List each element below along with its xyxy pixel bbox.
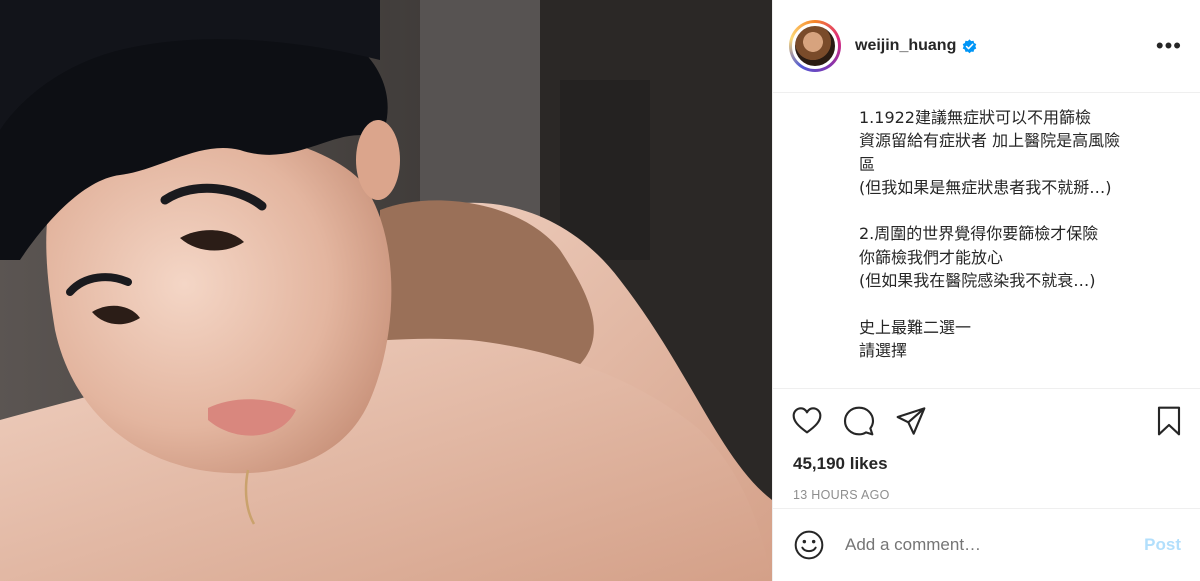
- comment-icon[interactable]: [843, 405, 875, 437]
- post-caption: 1.1922建議無症狀可以不用篩檢 資源留給有症狀者 加上醫院是高風險 區 (但…: [773, 93, 1200, 388]
- post-header: weijin_huang •••: [773, 0, 1200, 93]
- bookmark-icon[interactable]: [1153, 405, 1185, 437]
- likes-count[interactable]: 45,190 likes: [773, 454, 1200, 474]
- post-side-panel: weijin_huang ••• 1.1922建議無症狀可以不用篩檢 資源留給有…: [772, 0, 1200, 581]
- username-link[interactable]: weijin_huang: [855, 37, 956, 55]
- photo-illustration: [0, 0, 772, 581]
- heart-icon[interactable]: [791, 405, 823, 437]
- smiley-icon[interactable]: [793, 529, 825, 561]
- post-timestamp[interactable]: 13 HOURS AGO: [773, 488, 1200, 502]
- avatar[interactable]: [792, 23, 838, 69]
- story-ring[interactable]: [789, 20, 841, 72]
- more-horizontal-icon[interactable]: •••: [1156, 35, 1182, 57]
- comment-bar: Post: [773, 508, 1200, 581]
- comment-input[interactable]: [845, 535, 1145, 555]
- share-icon[interactable]: [895, 405, 927, 437]
- post-comment-button[interactable]: Post: [1144, 535, 1181, 555]
- post-photo[interactable]: [0, 0, 772, 581]
- action-bar: [773, 388, 1200, 448]
- verified-badge-icon: [963, 38, 977, 53]
- caption-text: 1.1922建議無症狀可以不用篩檢 資源留給有症狀者 加上醫院是高風險 區 (但…: [859, 108, 1121, 360]
- instagram-post: weijin_huang ••• 1.1922建議無症狀可以不用篩檢 資源留給有…: [0, 0, 1200, 581]
